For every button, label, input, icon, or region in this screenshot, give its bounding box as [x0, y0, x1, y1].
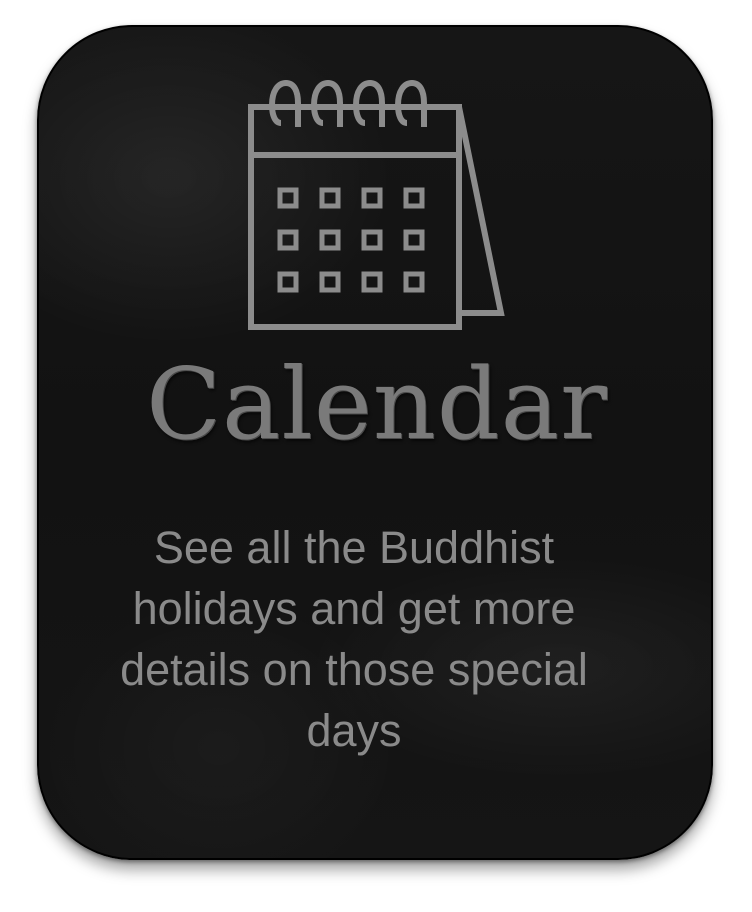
- calendar-card[interactable]: Calendar See all the Buddhist holidays a…: [37, 25, 713, 860]
- calendar-icon: [248, 79, 505, 330]
- card-title: Calendar: [146, 348, 608, 462]
- card-description: See all the Buddhist holidays and get mo…: [120, 522, 588, 756]
